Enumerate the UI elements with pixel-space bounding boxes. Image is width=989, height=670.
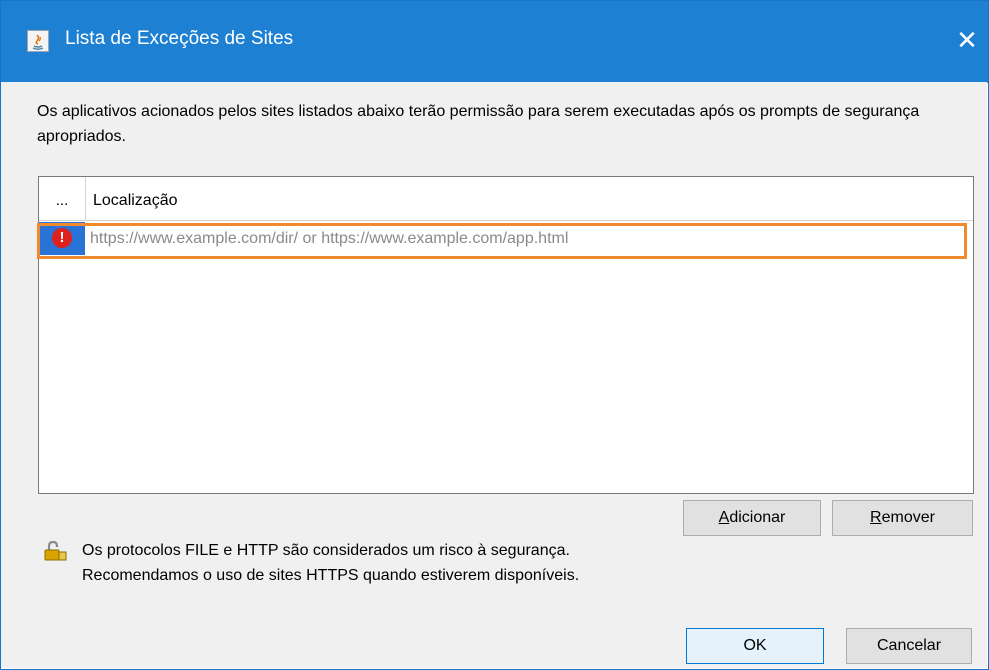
lock-icon <box>44 540 68 562</box>
security-warning-line1: Os protocolos FILE e HTTP são considerad… <box>82 542 570 559</box>
site-exception-table: ... Localização ! <box>38 176 974 494</box>
security-warning-line2: Recomendamos o uso de sites HTTPS quando… <box>82 567 580 584</box>
location-input[interactable] <box>86 222 966 255</box>
add-button-mnemonic: A <box>718 509 730 526</box>
java-icon <box>27 30 49 52</box>
remove-button-label: emover <box>881 509 935 526</box>
remove-button-mnemonic: R <box>870 509 882 526</box>
table-header: ... Localização <box>39 177 973 221</box>
title-bar[interactable]: Lista de Exceções de Sites ✕ <box>1 1 988 83</box>
error-icon: ! <box>52 228 72 248</box>
column-header-location[interactable]: Localização <box>93 177 178 220</box>
table-row[interactable]: ! <box>39 222 973 257</box>
ok-button[interactable]: OK <box>686 628 824 664</box>
cancel-button[interactable]: Cancelar <box>846 628 972 664</box>
add-button[interactable]: Adicionar <box>683 500 821 536</box>
close-icon[interactable]: ✕ <box>947 15 987 65</box>
remove-button[interactable]: Remover <box>832 500 973 536</box>
row-status-cell[interactable]: ! <box>39 222 85 255</box>
window-title: Lista de Exceções de Sites <box>65 28 294 49</box>
column-header-status[interactable]: ... <box>39 177 86 220</box>
description-text: Os aplicativos acionados pelos sites lis… <box>37 103 920 145</box>
add-button-label: dicionar <box>729 509 786 526</box>
